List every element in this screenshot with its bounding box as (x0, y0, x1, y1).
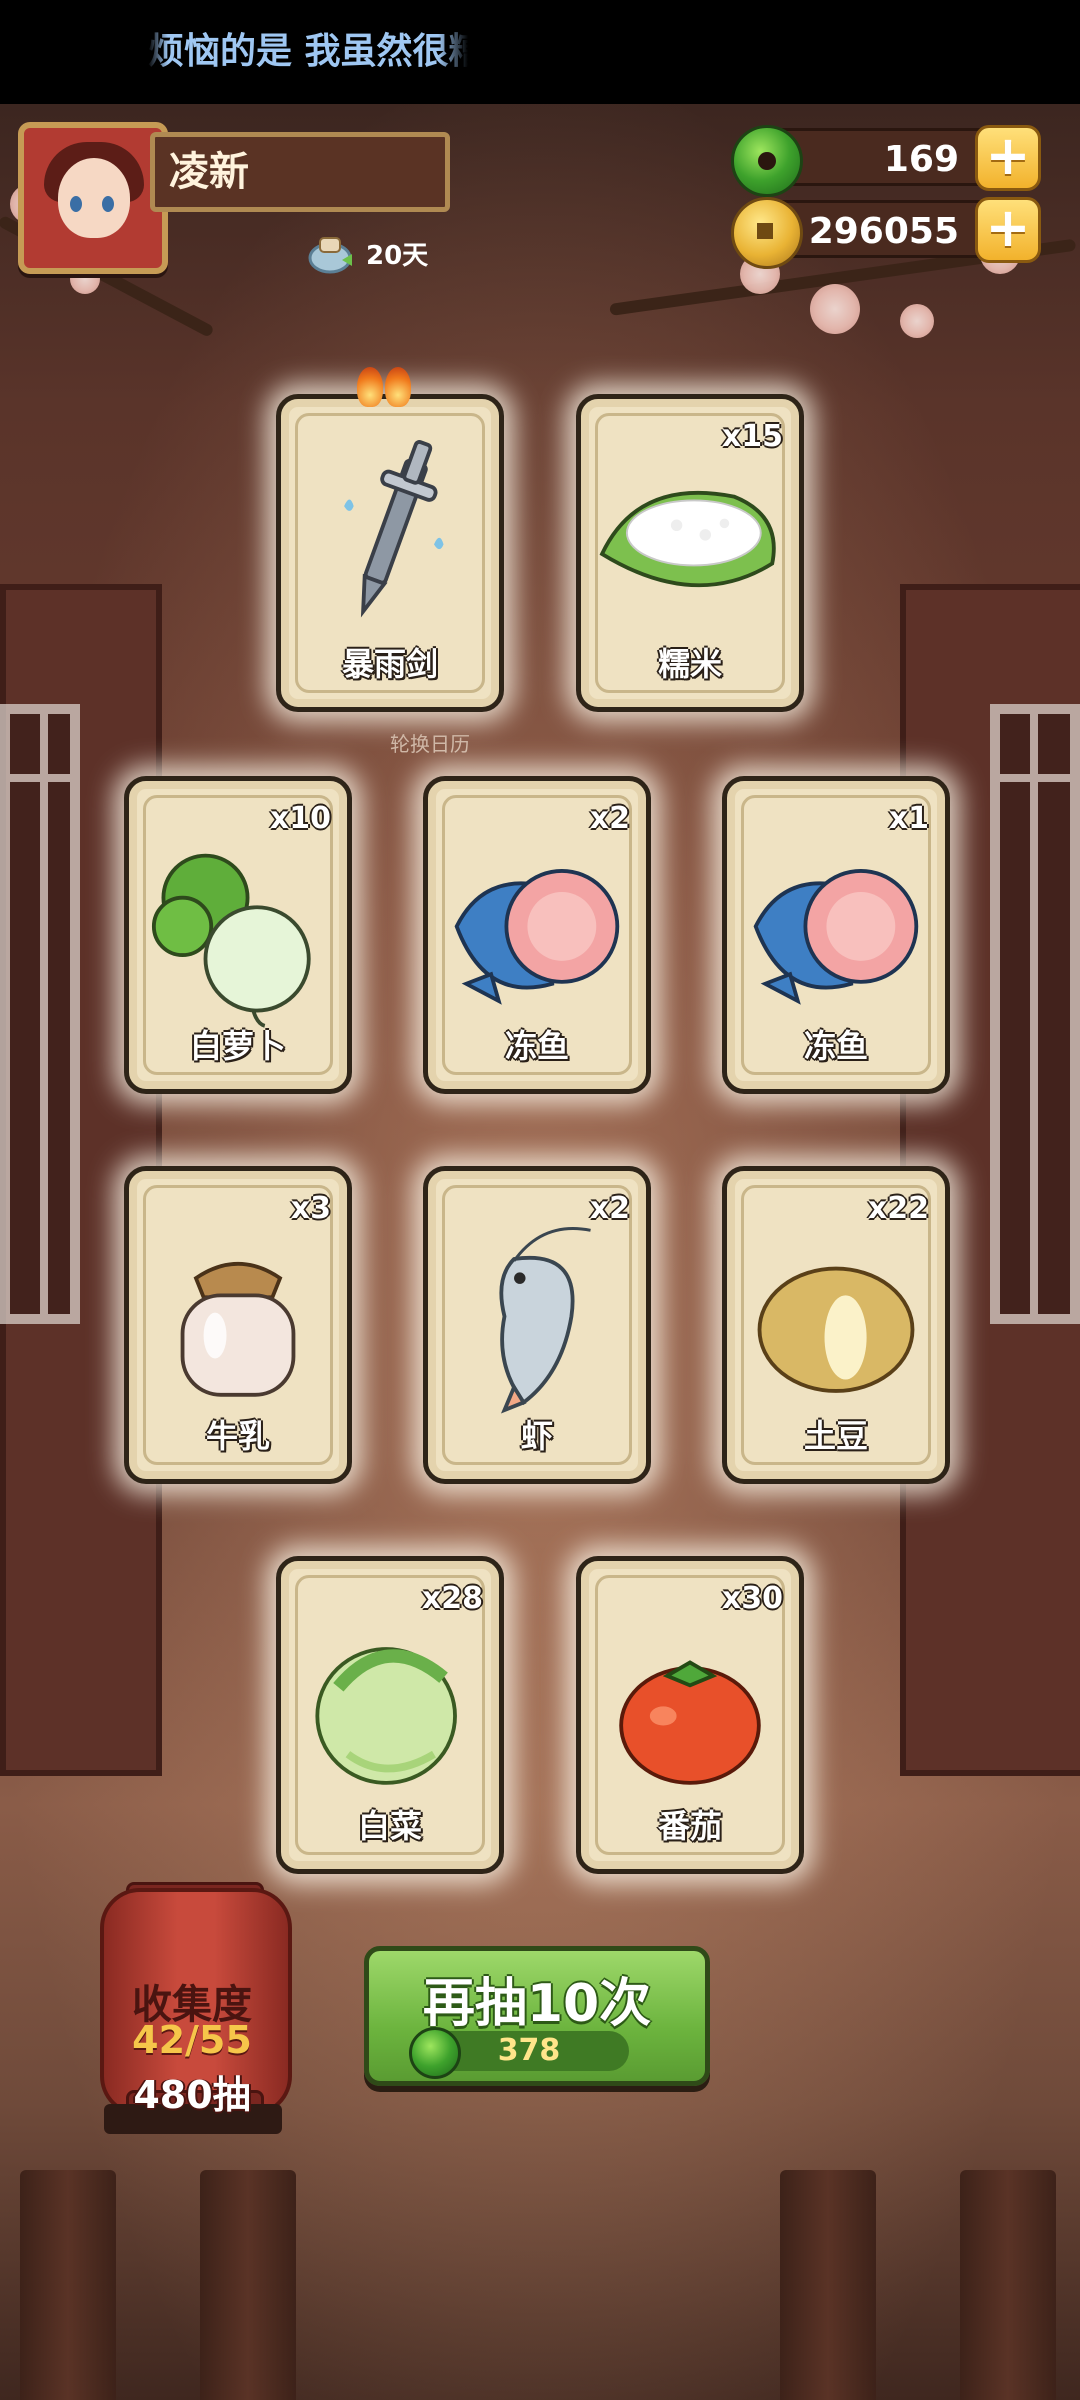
coin-icon (731, 197, 803, 269)
card-name: 冻鱼 (504, 1027, 569, 1065)
card-tomato[interactable]: x30 番茄 (576, 1556, 804, 1874)
draw-ten-label: 再抽10次 (422, 1974, 652, 2034)
card-count: x1 (888, 801, 929, 836)
hourglass-icon (308, 230, 358, 276)
card-potato[interactable]: x22 土豆 (722, 1166, 950, 1484)
card-count: x2 (589, 1191, 630, 1226)
coin-value: 296055 (808, 211, 959, 252)
add-jade-button[interactable]: + (975, 125, 1041, 191)
fence-post (20, 2170, 116, 2400)
add-coins-button[interactable]: + (975, 197, 1041, 263)
card-count: x10 (269, 801, 331, 836)
card-count: x22 (867, 1191, 929, 1226)
card-name: 暴雨剑 (341, 645, 438, 683)
draw-cost-value: 378 (497, 2033, 561, 2068)
player-name[interactable]: 凌新 (150, 132, 450, 212)
avatar-eye (102, 196, 114, 212)
player-avatar[interactable] (18, 122, 168, 274)
card-name: 牛乳 (205, 1417, 270, 1455)
top-marquee-bar: 烦恼的是 我虽然很糟 (0, 0, 1080, 104)
card-fish[interactable]: x1 冻鱼 (722, 776, 950, 1094)
fence-post (200, 2170, 296, 2400)
jade-value: 169 (883, 139, 959, 180)
blossom (900, 304, 934, 338)
jade-icon (409, 2027, 461, 2079)
card-count: x28 (421, 1581, 483, 1616)
card-name: 虾 (520, 1417, 553, 1455)
fence-post (960, 2170, 1056, 2400)
avatar-eye (70, 196, 82, 212)
card-name: 土豆 (803, 1417, 868, 1455)
blossom (810, 284, 860, 334)
card-milk[interactable]: x3 牛乳 (124, 1166, 352, 1484)
card-cabbage[interactable]: x28 白菜 (276, 1556, 504, 1874)
coin-currency: 296055 + (731, 197, 1041, 269)
card-name: 白菜 (357, 1807, 422, 1845)
card-shrimp[interactable]: x2 虾 (423, 1166, 651, 1484)
collection-draw-count: 480抽 (133, 2073, 251, 2117)
card-name: 糯米 (657, 645, 722, 683)
days-counter: 20天 (308, 226, 428, 280)
collection-progress: 42/55 (132, 2018, 252, 2062)
card-count: x2 (589, 801, 630, 836)
draw-cost: 378 (409, 2027, 629, 2079)
card-rice[interactable]: x15 糯米 (576, 394, 804, 712)
card-count: x3 (290, 1191, 331, 1226)
card-name: 番茄 (657, 1807, 722, 1845)
avatar-face (58, 158, 130, 238)
jade-currency: 169 + (731, 125, 1041, 197)
card-count: x30 (721, 1581, 783, 1616)
card-name: 白萝卜 (189, 1027, 286, 1065)
right-window-lattice (990, 704, 1080, 1324)
card-fish[interactable]: x2 冻鱼 (423, 776, 651, 1094)
rotation-caption: 轮换日历 (390, 732, 470, 756)
marquee-text: 烦恼的是 我虽然很糟 (148, 31, 468, 72)
card-name: 冻鱼 (803, 1027, 868, 1065)
fence-post (780, 2170, 876, 2400)
draw-ten-button[interactable]: 再抽10次 378 (364, 1946, 710, 2086)
card-radish[interactable]: x10 白萝卜 (124, 776, 352, 1094)
left-window-lattice (0, 704, 80, 1324)
card-count: x15 (721, 419, 783, 454)
jade-icon (731, 125, 803, 197)
days-label: 20天 (366, 240, 429, 271)
card-sword[interactable]: 暴雨剑 (276, 367, 504, 712)
